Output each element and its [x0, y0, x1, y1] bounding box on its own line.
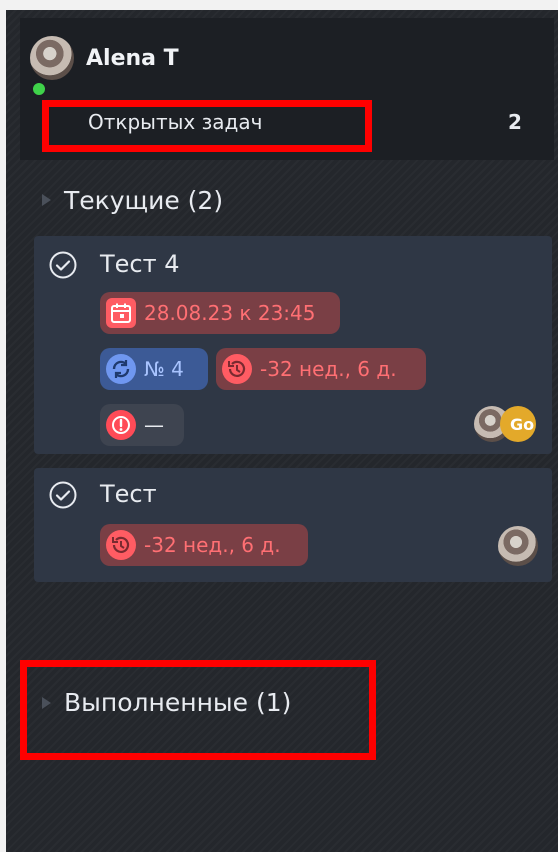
history-clock-icon: [222, 354, 252, 384]
open-tasks-count: 2: [508, 110, 522, 134]
user-avatar[interactable]: [30, 36, 74, 80]
highlight-box-open-tasks: [42, 100, 372, 152]
tasks-panel: Alena T Открытых задач 2 Текущие (2) Тес…: [6, 10, 558, 852]
task-number: № 4: [144, 357, 184, 381]
refresh-icon: [106, 354, 136, 384]
section-current-header[interactable]: Текущие (2): [64, 186, 223, 215]
calendar-icon: [106, 298, 136, 328]
recurrence-chip[interactable]: № 4: [100, 348, 208, 390]
online-status-dot: [31, 81, 47, 97]
highlight-box-done: [20, 660, 376, 760]
expand-current-icon[interactable]: [42, 194, 51, 206]
overdue-text: -32 нед., 6 д.: [144, 533, 281, 557]
alert-icon: [106, 410, 136, 440]
priority-chip[interactable]: —: [100, 404, 184, 446]
history-clock-icon: [106, 530, 136, 560]
task-title[interactable]: Тест: [100, 480, 157, 508]
deadline-text: 28.08.23 к 23:45: [144, 301, 316, 325]
assignee-badge-text: Go: [509, 414, 535, 434]
priority-text: —: [144, 413, 164, 437]
deadline-chip[interactable]: 28.08.23 к 23:45: [100, 292, 340, 334]
overdue-chip[interactable]: -32 нед., 6 д.: [216, 348, 426, 390]
checkmark-circle-icon[interactable]: [48, 250, 78, 280]
overdue-chip[interactable]: -32 нед., 6 д.: [100, 524, 308, 566]
task-title[interactable]: Тест 4: [100, 250, 180, 278]
checkmark-circle-icon[interactable]: [48, 480, 78, 510]
user-name: Alena T: [86, 46, 179, 71]
task-card[interactable]: Тест -32 нед., 6 д.: [34, 468, 552, 582]
assignee-badge[interactable]: Go: [500, 406, 536, 442]
assignee-avatar[interactable]: [498, 526, 538, 566]
overdue-text: -32 нед., 6 д.: [260, 357, 397, 381]
